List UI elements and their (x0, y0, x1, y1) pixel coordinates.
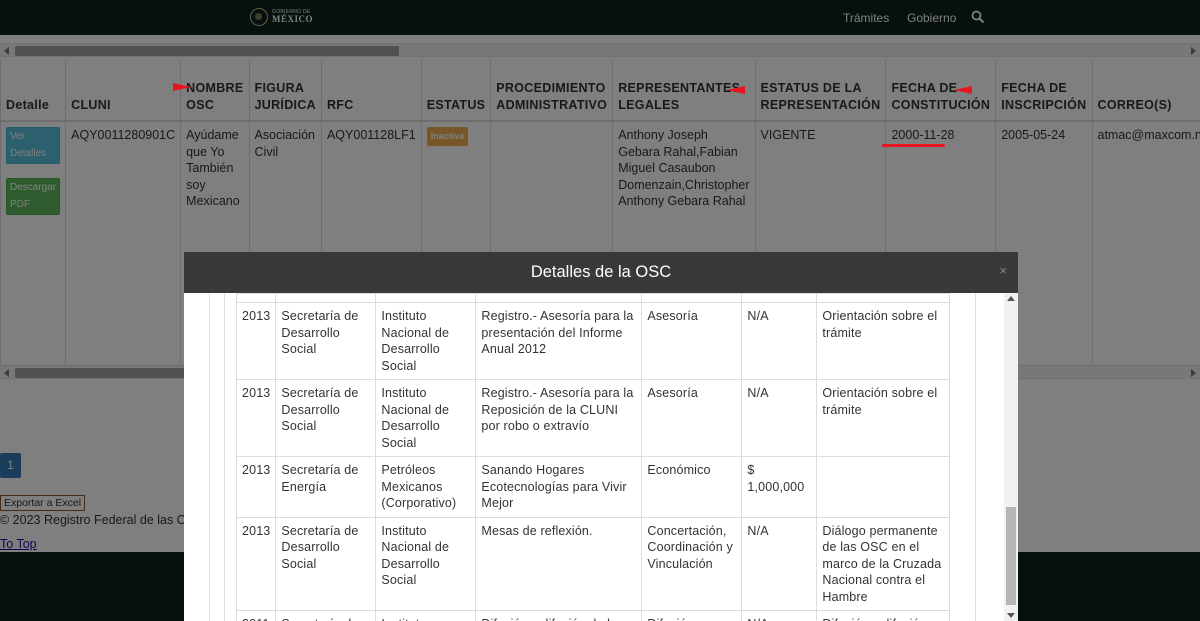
cell-instituto: Instituto Nacional de Desarrollo Social (375, 302, 477, 380)
cell-descripcion: Sanando Hogares Ecotecnologías para Vivir… (475, 456, 643, 518)
close-icon[interactable]: × (999, 264, 1007, 278)
annotation-underline (882, 144, 945, 147)
cell-instituto: Petróleos Mexicanos (Corporativo) (375, 456, 477, 518)
cell-monto: N/A (741, 302, 818, 380)
table-row: 2011Secretaría deInstitutoDifusión y dif… (235, 610, 951, 621)
cell-detalle: Orientación sobre el trámite (816, 379, 951, 457)
cell-year: 2011 (235, 610, 277, 621)
cell-detalle (816, 456, 951, 518)
cell-instituto: Instituto Nacional de Desarrollo Social (375, 379, 477, 457)
programs-table: 2013 Secretaría de Desarrollo Social Institu… (235, 293, 951, 621)
cell-secretaria: Secretaría de Energía (275, 456, 377, 518)
scroll-up-arrow-icon[interactable] (1007, 296, 1015, 301)
annotation-arrow-left-icon (954, 86, 972, 94)
cell-tipo: Concertación, Coordinación y Vinculación (641, 516, 743, 611)
cell-instituto: Instituto Nacional de Desarrollo Social (375, 516, 477, 611)
cell-year: 2013 (235, 516, 277, 611)
cell-tipo: Asesoría (641, 302, 743, 380)
cell-descripcion: Mesas de reflexión. (475, 516, 643, 611)
cell-year: 2013 (235, 456, 277, 518)
cell-secretaria: Secretaría de (275, 610, 377, 621)
cell-instituto: Instituto (375, 610, 477, 621)
cell-monto: $1,000,000 (741, 456, 818, 518)
scroll-down-arrow-icon[interactable] (1007, 613, 1015, 618)
annotation-arrow-right-icon (173, 83, 191, 91)
cell-monto: N/A (741, 516, 818, 611)
cell-secretaria: Secretaría de Desarrollo Social (275, 516, 377, 611)
cell-detalle: Diálogo permanente de las OSC en el marco … (816, 516, 951, 611)
table-row: 2013 Secretaría de Desarrollo Social Institu… (235, 302, 951, 380)
cell-tipo: Asesoría (641, 379, 743, 457)
modal-vertical-scrollbar[interactable] (1004, 293, 1018, 621)
cell-monto: N/A (741, 610, 818, 621)
cell-year: 2013 (235, 302, 277, 380)
cell-secretaria: Secretaría de Desarrollo Social (275, 302, 377, 380)
table-row: 2013 Secretaría de Desarrollo Social Institu… (235, 379, 951, 457)
cell-detalle: Orientación sobre el trámite (816, 302, 951, 380)
cell-monto: N/A (741, 379, 818, 457)
cell-detalle: Difusión y difusión (816, 610, 951, 621)
modal-title: Detalles de la OSC (530, 263, 672, 281)
modal-header: Detalles de la OSC × (184, 252, 1018, 293)
annotation-arrow-left-icon (727, 86, 745, 94)
cell-year: 2013 (235, 379, 277, 457)
table-row: 2013 Secretaría de Energía Petróleos Mexican… (235, 456, 951, 518)
scrollbar-thumb[interactable] (1006, 507, 1016, 605)
cell-tipo: Difusión (641, 610, 743, 621)
table-row: 2013 Secretaría de Desarrollo Social Institu… (235, 516, 951, 611)
cell-secretaria: Secretaría de Desarrollo Social (275, 379, 377, 457)
modal-body[interactable]: 2013 Secretaría de Desarrollo Social Institu… (184, 293, 1018, 621)
osc-details-modal: Detalles de la OSC × 2013 Secretaría de De… (184, 252, 1018, 621)
cell-descripcion: Registro.- Asesoría para la Reposición de… (475, 379, 643, 457)
cell-descripcion: Registro.- Asesoría para la presentación … (475, 302, 643, 380)
cell-descripcion: Difusión y difusión de la (475, 610, 643, 621)
cell-tipo: Económico (641, 456, 743, 518)
